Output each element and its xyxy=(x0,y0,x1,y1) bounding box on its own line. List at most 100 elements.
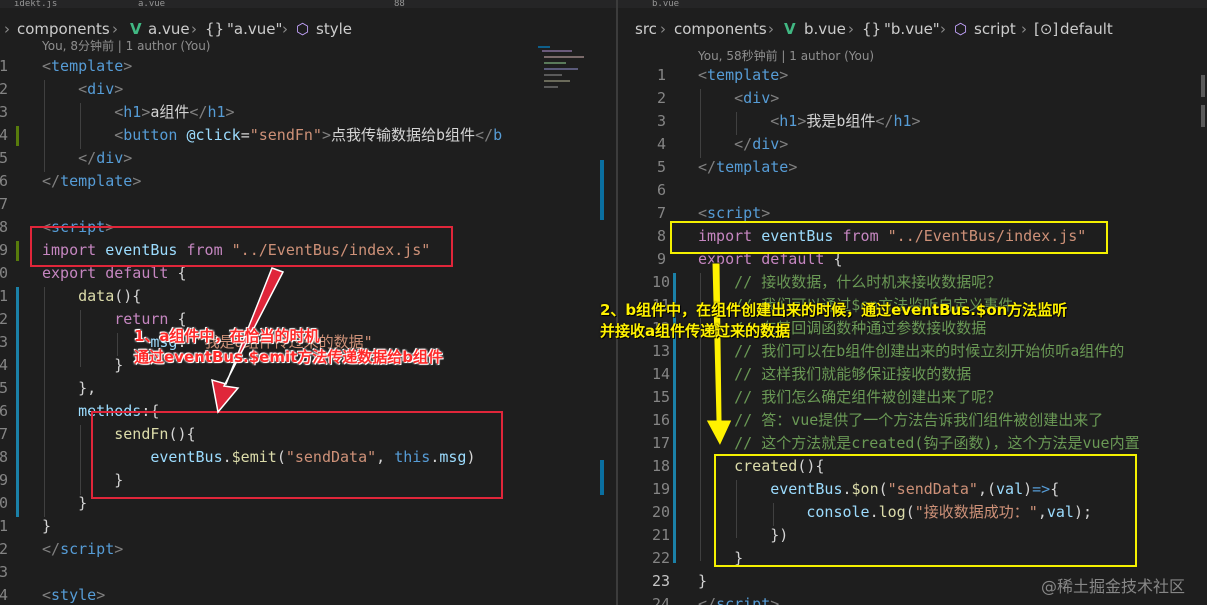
breadcrumb-component[interactable]: "a.vue" xyxy=(227,20,282,38)
code-token: template xyxy=(707,66,780,84)
indent-guide xyxy=(80,103,81,149)
code-line[interactable]: }, xyxy=(42,377,96,400)
breadcrumb-section[interactable]: style xyxy=(316,20,352,38)
code-token: < xyxy=(734,89,744,107)
code-line[interactable]: // 答：vue提供了一个方法告诉我们组件被创建出来了 xyxy=(698,409,1103,432)
code-token: > xyxy=(114,540,124,558)
breadcrumb: src › components › V b.vue › {} "b.vue" … xyxy=(618,8,1207,42)
code-line[interactable]: <div> xyxy=(698,87,779,110)
breadcrumb-folder[interactable]: components xyxy=(17,20,110,38)
line-number: 21 xyxy=(652,526,671,544)
tab-strip: idekt.js a.vue 88 xyxy=(0,0,616,9)
code-line[interactable]: <h1>a组件</h1> xyxy=(42,101,234,124)
left-editor-pane[interactable]: idekt.js a.vue 88 › components › V a.vue… xyxy=(0,0,616,605)
code-line[interactable]: <template> xyxy=(698,64,788,87)
tab-fragment[interactable]: idekt.js xyxy=(14,0,57,9)
code-token: < xyxy=(698,204,708,222)
code-token: </ xyxy=(698,158,717,176)
line-number: 7 xyxy=(0,425,8,443)
code-line[interactable]: <div> xyxy=(42,78,123,101)
code-line[interactable]: <button @click="sendFn">点我传输数据给b组件</b xyxy=(42,124,502,147)
code-token: } xyxy=(42,517,52,535)
code-line[interactable]: <template> xyxy=(42,55,132,78)
code-line[interactable]: </div> xyxy=(42,147,132,170)
code-line[interactable]: <h1>我是b组件</h1> xyxy=(698,110,921,133)
code-line[interactable]: // 我们可以在b组件创建出来的时候立刻开始侦听a组件的 xyxy=(698,340,1124,363)
indent-guide xyxy=(117,333,118,356)
breadcrumb-file[interactable]: a.vue xyxy=(148,20,190,38)
line-number: 8 xyxy=(0,218,8,236)
code-token: h1 xyxy=(779,112,798,130)
codelens-blame[interactable]: You, 58秒钟前 | 1 author (You) xyxy=(698,47,874,64)
code-token: </ xyxy=(875,112,894,130)
code-line[interactable]: } xyxy=(42,354,123,377)
code-line[interactable]: } xyxy=(42,515,51,538)
code-line[interactable]: // 这样我们就能够保证接收的数据 xyxy=(698,363,971,386)
code-line[interactable]: </template> xyxy=(42,170,141,193)
code-token: } xyxy=(42,494,88,512)
tab-fragment[interactable]: 88 xyxy=(394,0,405,9)
code-token: script xyxy=(716,595,771,605)
line-number: 8 xyxy=(656,227,666,245)
line-number: 20 xyxy=(652,503,671,521)
code-token: // 我们可以在b组件创建出来的时候立刻开始侦听a组件的 xyxy=(734,342,1125,360)
code-token: </ xyxy=(42,172,61,190)
line-number: 10 xyxy=(652,273,671,291)
code-line[interactable]: </script> xyxy=(698,593,779,605)
minimap[interactable] xyxy=(534,40,604,605)
code-line[interactable]: </template> xyxy=(698,156,797,179)
indent-guide xyxy=(44,287,45,517)
line-number: 18 xyxy=(652,457,671,475)
scrollbar-marker xyxy=(600,460,604,495)
code-token: > xyxy=(911,112,921,130)
breadcrumb-file[interactable]: b.vue xyxy=(804,20,846,38)
breadcrumb-section[interactable]: script xyxy=(974,20,1016,38)
code-line[interactable]: } xyxy=(42,492,87,515)
code-token: </ xyxy=(78,149,97,167)
code-line[interactable]: // 接收数据，什么时机来接收数据呢？ xyxy=(698,271,1001,294)
indent-guide xyxy=(80,310,81,367)
code-token: < xyxy=(42,586,52,604)
code-token: template xyxy=(60,172,133,190)
line-number: 1 xyxy=(0,287,8,305)
code-token: "sendFn" xyxy=(249,126,322,144)
code-token: > xyxy=(779,135,789,153)
code-token: = xyxy=(240,126,250,144)
code-line[interactable]: <style> xyxy=(42,584,105,605)
code-token: data xyxy=(78,287,115,305)
code-token: a组件 xyxy=(150,103,190,121)
code-token: </ xyxy=(475,126,494,144)
breadcrumb-root[interactable]: src xyxy=(635,20,657,38)
line-number: 15 xyxy=(652,388,671,406)
breadcrumb-component[interactable]: "b.vue" xyxy=(884,20,940,38)
code-token: </ xyxy=(42,540,61,558)
code-line[interactable]: </script> xyxy=(42,538,123,561)
watermark: @稀土掘金技术社区 xyxy=(1040,577,1185,596)
breadcrumb-symbol[interactable]: default xyxy=(1060,20,1113,38)
code-token: > xyxy=(96,586,106,604)
tab-fragment[interactable]: b.vue xyxy=(652,0,679,9)
code-line[interactable]: </div> xyxy=(698,133,788,156)
code-line[interactable]: // 这个方法就是created(钩子函数)，这个方法是vue内置 xyxy=(698,432,1139,455)
code-line[interactable]: data(){ xyxy=(42,285,141,308)
tab-fragment[interactable]: a.vue xyxy=(138,0,165,9)
code-line[interactable]: // 我们怎么确定组件被创建出来了呢？ xyxy=(698,386,1001,409)
code-token: button xyxy=(123,126,178,144)
breadcrumb-folder[interactable]: components xyxy=(674,20,767,38)
codelens-blame[interactable]: You, 8分钟前 | 1 author (You) xyxy=(42,37,210,54)
line-number: 0 xyxy=(0,264,8,282)
line-number: 1 xyxy=(0,517,8,535)
braces-icon: {} xyxy=(205,20,225,38)
line-number: 5 xyxy=(0,149,8,167)
braces-icon: {} xyxy=(862,20,882,38)
code-line[interactable]: } xyxy=(698,570,707,593)
line-number: 19 xyxy=(652,480,671,498)
vertical-scrollbar[interactable] xyxy=(1193,45,1207,605)
